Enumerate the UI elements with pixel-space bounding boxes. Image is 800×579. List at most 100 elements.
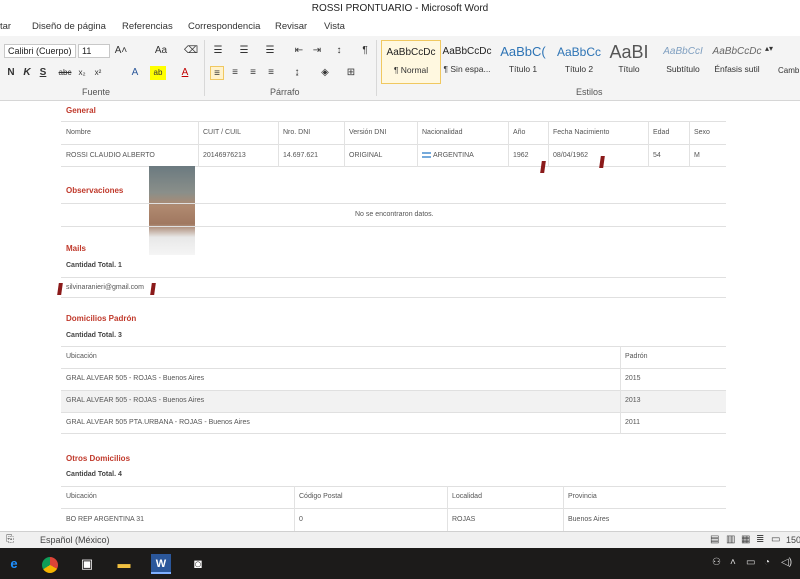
style-subtitulo[interactable]: AaBbCcI Subtítulo — [653, 40, 713, 84]
zoom-level[interactable]: 150 — [786, 535, 800, 545]
group-label-parrafo: Párrafo — [270, 87, 300, 97]
chevron-up-icon[interactable]: ˄ — [730, 557, 736, 568]
wifi-icon[interactable]: ◔ — [764, 557, 770, 568]
camera-icon[interactable]: ◙ — [188, 554, 208, 574]
section-title-otros-domicilios: Otros Domicilios — [66, 454, 131, 463]
tab-referencias[interactable]: Referencias — [122, 21, 173, 32]
window-title: ROSSI PRONTUARIO - Microsoft Word — [0, 0, 800, 17]
subscript-icon[interactable]: x₂ — [76, 66, 88, 80]
tab-correspondencia[interactable]: Correspondencia — [188, 21, 260, 32]
numbering-icon[interactable]: ☰ — [236, 44, 252, 58]
change-case-icon[interactable]: Aa — [152, 44, 170, 58]
cell-codigo-postal: 0 — [299, 516, 303, 523]
group-label-fuente: Fuente — [82, 87, 111, 97]
font-size-select[interactable]: 11 — [78, 44, 110, 58]
col-divider — [648, 121, 649, 167]
volume-icon[interactable]: ◁) — [781, 557, 792, 568]
word-icon[interactable]: W — [151, 554, 171, 574]
superscript-icon[interactable]: x² — [92, 66, 104, 80]
align-right-icon[interactable]: ≡ — [246, 66, 260, 80]
tab-vista[interactable]: Vista — [324, 21, 345, 32]
style-preview: AaBI — [609, 42, 649, 62]
style-name: Énfasis sutil — [714, 64, 760, 74]
section-title-mails: Mails — [66, 244, 87, 253]
underline-icon[interactable]: S — [38, 66, 48, 80]
cell-sexo: M — [694, 152, 700, 159]
style-preview: AaBbC( — [500, 44, 546, 59]
tab-diseno-pagina[interactable]: Diseño de página — [32, 21, 106, 32]
edge-icon[interactable]: e — [4, 554, 24, 574]
language-indicator[interactable]: Español (México) — [40, 535, 110, 545]
web-layout-icon[interactable]: ▦ — [741, 534, 750, 545]
change-styles-button[interactable]: Camb estilo — [778, 64, 800, 78]
mail-address: silvinaranieri@gmail.com — [66, 284, 144, 291]
text-effects-icon[interactable]: A — [128, 66, 142, 80]
increase-indent-icon[interactable]: ⇥ — [310, 44, 324, 58]
cell-edad: 54 — [653, 152, 661, 159]
cell-ubicacion: BO REP ARGENTINA 31 — [66, 516, 145, 523]
ribbon: Calibri (Cuerpo) 11 A˄ Aa ⌫ N K S abc x₂… — [0, 36, 800, 101]
strikethrough-icon[interactable]: abc — [58, 66, 72, 80]
clear-format-icon[interactable]: ⌫ — [184, 44, 198, 58]
cell-nacionalidad: ARGENTINA — [422, 152, 474, 159]
file-explorer-icon[interactable]: ▬ — [114, 554, 134, 574]
sort-icon[interactable]: ↕ — [332, 44, 346, 58]
cell-nombre: ROSSI CLAUDIO ALBERTO — [66, 152, 155, 159]
cell-padron: 2013 — [625, 397, 641, 404]
line-spacing-icon[interactable]: ↨ — [290, 66, 304, 80]
people-icon[interactable]: ⚇ — [712, 557, 721, 568]
col-divider — [447, 486, 448, 531]
col-divider — [689, 121, 690, 167]
section-title-general: General — [66, 106, 96, 115]
style-titulo[interactable]: AaBI Título — [599, 40, 659, 84]
highlight-icon[interactable]: ab — [150, 66, 166, 80]
styles-scroll-icon[interactable]: ▴▾ — [764, 42, 774, 56]
show-marks-icon[interactable]: ¶ — [358, 44, 372, 58]
multilevel-list-icon[interactable]: ☰ — [262, 44, 278, 58]
shading-icon[interactable]: ◈ — [318, 66, 332, 80]
print-layout-icon[interactable]: ▤ — [710, 534, 719, 545]
italic-icon[interactable]: K — [22, 66, 32, 80]
list-item — [61, 277, 726, 298]
col-header: Provincia — [568, 493, 597, 500]
table-header-row — [61, 121, 726, 144]
decrease-indent-icon[interactable]: ⇤ — [292, 44, 306, 58]
style-normal[interactable]: AaBbCcDc ¶ Normal — [381, 40, 441, 84]
style-name: Título 1 — [508, 64, 538, 74]
bold-icon[interactable]: N — [6, 66, 16, 80]
ribbon-separator — [376, 40, 377, 96]
table-row — [61, 508, 726, 531]
cell-anio: 1962 — [513, 152, 529, 159]
tab-insertar[interactable]: tar — [0, 21, 11, 32]
style-titulo-1[interactable]: AaBbC( Título 1 — [493, 40, 553, 84]
proofing-icon[interactable]: ⎘ — [6, 534, 14, 545]
cell-fecha-nacimiento: 08/04/1962 — [553, 152, 589, 159]
font-color-icon[interactable]: A — [178, 66, 192, 80]
battery-icon[interactable]: ▭ — [746, 557, 755, 568]
grow-font-icon[interactable]: A˄ — [114, 44, 128, 58]
document-area: General Nombre CUIT / CUIL Nro. DNI Vers… — [0, 101, 800, 531]
cell-ubicacion: GRAL ALVEAR 505 PTA.URBANA - ROJAS - Bue… — [66, 419, 250, 426]
store-icon[interactable]: ▣ — [77, 554, 97, 574]
tab-revisar[interactable]: Revisar — [275, 21, 307, 32]
full-screen-reading-icon[interactable]: ▥ — [726, 534, 735, 545]
font-name-select[interactable]: Calibri (Cuerpo) — [4, 44, 76, 58]
style-enfasis-sutil[interactable]: AaBbCcDc Énfasis sutil — [707, 40, 767, 84]
style-preview: AaBbCcDc — [442, 46, 492, 57]
draft-icon[interactable]: ▭ — [771, 534, 780, 545]
borders-icon[interactable]: ⊞ — [344, 66, 358, 80]
align-center-icon[interactable]: ≡ — [228, 66, 242, 80]
col-divider — [344, 121, 345, 167]
align-left-icon[interactable]: ≡ — [210, 66, 224, 80]
style-sin-espaciado[interactable]: AaBbCcDc ¶ Sin espa... — [437, 40, 497, 84]
section-title-observaciones: Observaciones — [66, 186, 124, 195]
style-name: Título — [618, 64, 640, 74]
col-divider — [198, 121, 199, 167]
bullets-icon[interactable]: ☰ — [210, 44, 226, 58]
chrome-icon[interactable] — [40, 554, 60, 574]
col-divider — [548, 121, 549, 167]
justify-icon[interactable]: ≡ — [264, 66, 278, 80]
outline-icon[interactable]: ≣ — [756, 534, 764, 545]
style-preview: AaBbCcDc — [712, 46, 762, 57]
nacionalidad-text: ARGENTINA — [433, 152, 474, 159]
